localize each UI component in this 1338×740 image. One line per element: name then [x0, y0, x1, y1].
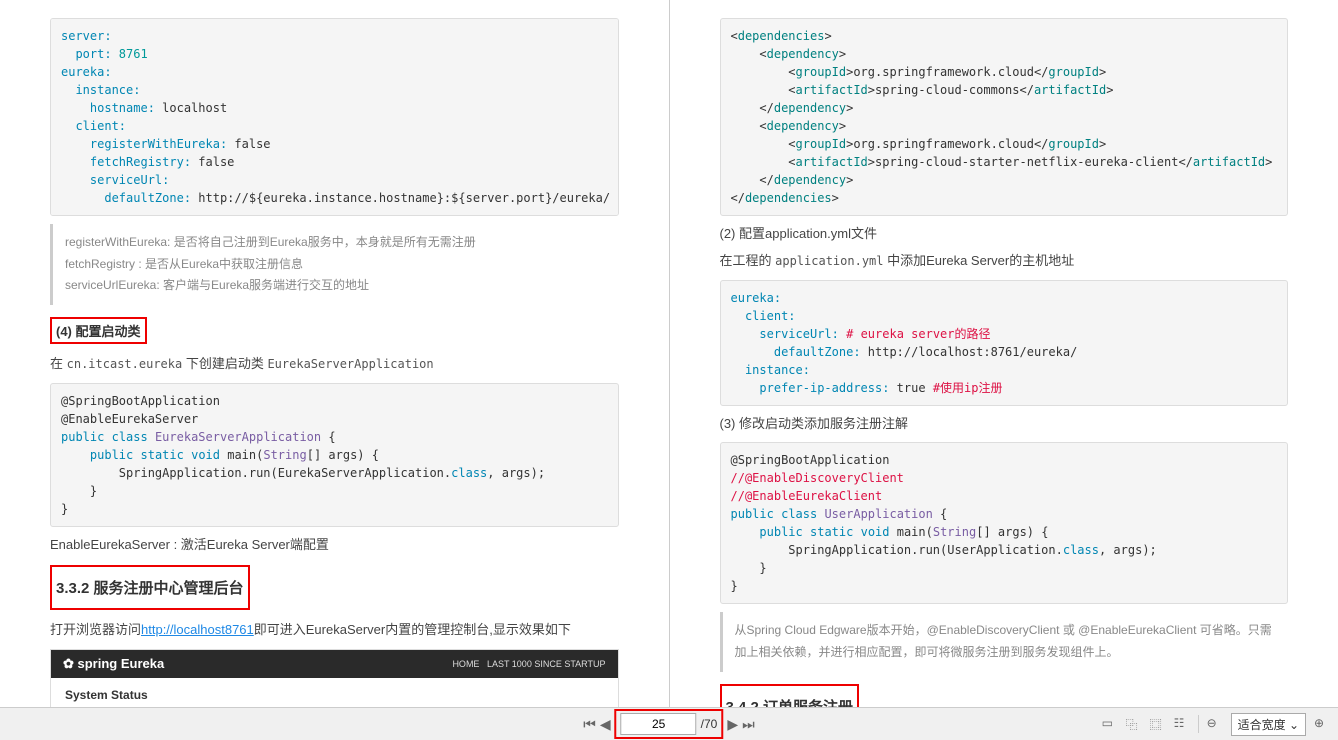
eureka-header: ✿ spring Eureka HOME LAST 1000 SINCE STA… [51, 650, 618, 678]
eureka-dashboard-screenshot: ✿ spring Eureka HOME LAST 1000 SINCE STA… [50, 649, 619, 707]
view-book-icon[interactable]: ⿴ [1150, 716, 1166, 732]
next-page-button[interactable]: ▶ [727, 716, 738, 733]
text-open-browser: 打开浏览器访问http://localhost8761即可进入EurekaSer… [50, 620, 619, 641]
page-indicator-highlight: /70 [615, 709, 724, 739]
eureka-nav: HOME LAST 1000 SINCE STARTUP [452, 659, 605, 669]
last-page-button[interactable]: ⏭ [742, 716, 755, 733]
zoom-in-button[interactable]: ⊕ [1314, 716, 1330, 732]
pdf-toolbar: ⏮ ◀ /70 ▶ ⏭ ▭ ⿻ ⿴ ☷ ⊖ 适合宽度 ⌄ ⊕ [0, 707, 1338, 740]
quote-register: registerWithEureka: 是否将自己注册到Eureka服务中，本身… [50, 224, 619, 305]
text-yml-add: 在工程的 application.yml 中添加Eureka Server的主机… [720, 251, 1289, 272]
heading-2: (2) 配置application.yml文件 [720, 224, 1289, 245]
page-left: server: port: 8761 eureka: instance: hos… [0, 0, 670, 707]
system-status-title: System Status [65, 688, 604, 702]
quote-edgware: 从Spring Cloud Edgware版本开始，@EnableDiscove… [720, 612, 1289, 671]
code-java-eureka-server: @SpringBootApplication @EnableEurekaServ… [50, 383, 619, 527]
page-number-input[interactable] [621, 713, 697, 735]
view-facing-icon[interactable]: ⿻ [1126, 716, 1142, 732]
view-single-icon[interactable]: ▭ [1102, 716, 1118, 732]
link-localhost-8761[interactable]: http://localhost8761 [141, 622, 254, 637]
highlight-config-startup: (4) 配置启动类 [50, 317, 147, 344]
zoom-out-button[interactable]: ⊖ [1207, 716, 1223, 732]
page-nav: ⏮ ◀ /70 ▶ ⏭ [583, 709, 754, 739]
eureka-logo: ✿ spring Eureka [63, 656, 164, 672]
text-create-class: 在 cn.itcast.eureka 下创建启动类 EurekaServerAp… [50, 354, 619, 375]
code-xml-dependencies: <dependencies> <dependency> <groupId>org… [720, 18, 1289, 216]
first-page-button[interactable]: ⏮ [583, 716, 596, 733]
page-total: /70 [701, 717, 718, 731]
highlight-332: 3.3.2 服务注册中心管理后台 [50, 565, 250, 610]
code-yaml-server: server: port: 8761 eureka: instance: hos… [50, 18, 619, 216]
code-yaml-eureka-client: eureka: client: serviceUrl: # eureka ser… [720, 280, 1289, 406]
page-right: <dependencies> <dependency> <groupId>org… [670, 0, 1338, 707]
highlight-342: 3.4.2 订单服务注册 [720, 684, 860, 707]
code-java-user-app: @SpringBootApplication //@EnableDiscover… [720, 442, 1289, 604]
zoom-select[interactable]: 适合宽度 ⌄ [1231, 713, 1306, 736]
heading-3: (3) 修改启动类添加服务注册注解 [720, 414, 1289, 435]
text-enable-server: EnableEurekaServer : 激活Eureka Server端配置 [50, 535, 619, 556]
prev-page-button[interactable]: ◀ [600, 716, 611, 733]
eureka-body: System Status EnvironmenttestData center… [51, 678, 618, 707]
view-continuous-icon[interactable]: ☷ [1174, 716, 1190, 732]
document-viewer: server: port: 8761 eureka: instance: hos… [0, 0, 1338, 707]
